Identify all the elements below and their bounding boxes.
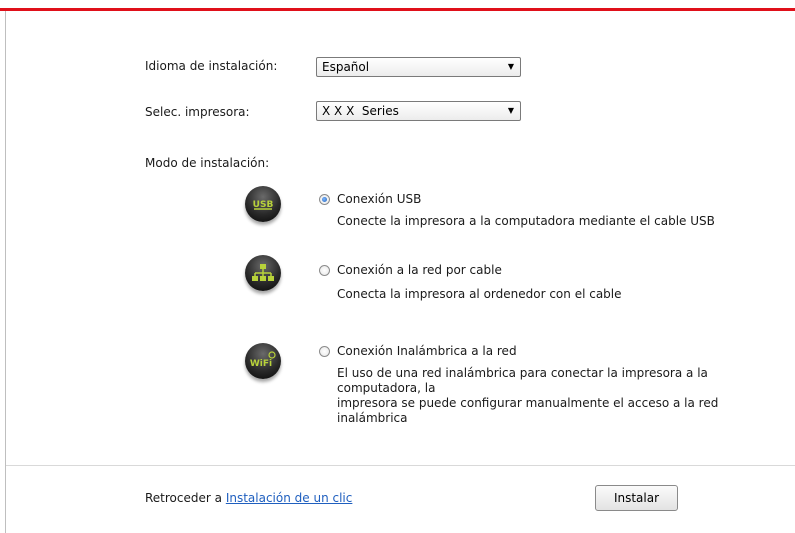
printer-select-value: X X X Series [322,104,399,118]
usb-option-description: Conecte la impresora a la computadora me… [337,214,715,228]
usb-icon: USB [245,186,281,222]
wireless-description-line-1: El uso de una red inalámbrica para conec… [337,366,708,395]
wireless-network-radio[interactable] [319,346,330,357]
usb-option-title[interactable]: Conexión USB [337,192,421,206]
window-left-border [5,11,6,533]
wireless-network-option-description: El uso de una red inalámbrica para conec… [337,366,767,426]
footer-divider [6,465,795,466]
wired-network-icon [245,255,281,291]
chevron-down-icon: ▼ [507,62,514,71]
wired-network-option-title[interactable]: Conexión a la red por cable [337,263,502,277]
printer-label: Selec. impresora: [145,105,250,119]
chevron-down-icon: ▼ [507,106,514,115]
usb-radio[interactable] [319,194,330,205]
wireless-network-option-title[interactable]: Conexión Inalámbrica a la red [337,344,517,358]
install-button[interactable]: Instalar [595,485,678,511]
one-click-install-link[interactable]: Instalación de un clic [226,491,353,505]
wireless-description-line-2: impresora se puede configurar manualment… [337,396,719,425]
language-select[interactable]: Español ▼ [316,57,521,77]
language-label: Idioma de instalación: [145,59,278,73]
header-accent-bar [0,8,795,11]
back-text: Retroceder a Instalación de un clic [145,491,352,505]
wifi-icon: WiFi [245,343,281,379]
language-select-value: Español [322,60,370,74]
back-prefix: Retroceder a [145,491,222,505]
wired-network-radio[interactable] [319,265,330,276]
printer-select[interactable]: X X X Series ▼ [316,101,521,121]
wired-network-option-description: Conecta la impresora al ordenedor con el… [337,287,622,301]
install-mode-label: Modo de instalación: [145,156,270,170]
wifi-icon-text: WiFi [250,359,272,369]
